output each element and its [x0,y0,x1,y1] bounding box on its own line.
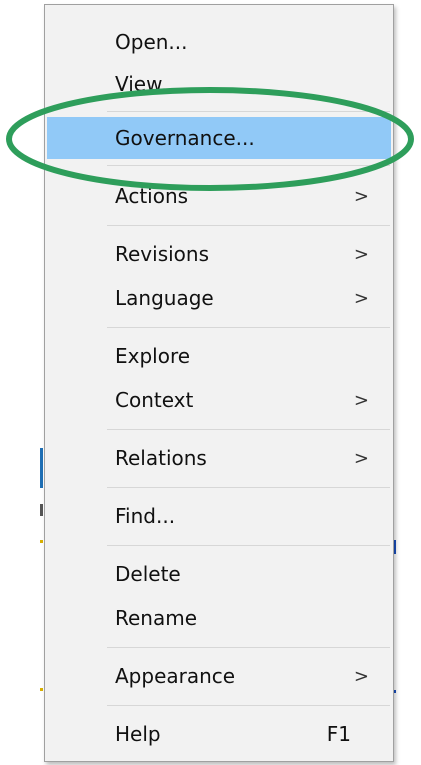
menu-separator [107,165,390,166]
menu-separator [107,647,390,648]
submenu-arrow-icon: > [353,185,369,207]
menu-item-label: Governance... [115,126,255,150]
menu-item-revisions[interactable]: Revisions > [47,233,391,275]
menu-item-help[interactable]: Help F1 [47,713,391,755]
submenu-arrow-icon: > [353,287,369,309]
menu-item-rename[interactable]: Rename [47,597,391,639]
menu-item-relations[interactable]: Relations > [47,437,391,479]
submenu-arrow-icon: > [353,665,369,687]
menu-separator [107,545,390,546]
submenu-arrow-icon: > [353,447,369,469]
menu-item-label: Rename [115,606,198,630]
menu-item-appearance[interactable]: Appearance > [47,655,391,697]
menu-item-label: Appearance [115,664,236,688]
menu-item-shortcut: F1 [326,722,351,746]
context-menu: Open... View... Governance... Actions > … [44,4,394,762]
menu-item-label: Delete [115,562,181,586]
menu-item-find[interactable]: Find... [47,495,391,537]
background-app-fragment [40,448,43,488]
menu-item-language[interactable]: Language > [47,277,391,319]
menu-item-label: Revisions [115,242,210,266]
menu-item-label: Open... [115,30,188,54]
menu-item-label: Language [115,286,214,310]
background-app-fragment [40,540,43,543]
menu-separator [107,111,390,112]
menu-item-governance[interactable]: Governance... [47,117,391,159]
menu-item-view[interactable]: View... [47,63,391,105]
menu-separator [107,327,390,328]
menu-separator [107,487,390,488]
menu-item-context[interactable]: Context > [47,379,391,421]
menu-item-open[interactable]: Open... [47,21,391,63]
menu-separator [107,429,390,430]
menu-separator [107,705,390,706]
menu-item-label: Relations [115,446,207,470]
menu-item-label: Actions [115,184,189,208]
submenu-arrow-icon: > [353,243,369,265]
background-app-fragment [40,688,43,691]
menu-item-label: View... [115,72,180,96]
menu-item-label: Help [115,722,161,746]
menu-item-delete[interactable]: Delete [47,553,391,595]
menu-separator [107,225,390,226]
menu-item-actions[interactable]: Actions > [47,175,391,217]
submenu-arrow-icon: > [353,389,369,411]
menu-item-label: Explore [115,344,191,368]
menu-item-label: Find... [115,504,176,528]
menu-item-label: Context [115,388,194,412]
background-app-fragment [40,504,43,516]
menu-item-explore[interactable]: Explore [47,335,391,377]
